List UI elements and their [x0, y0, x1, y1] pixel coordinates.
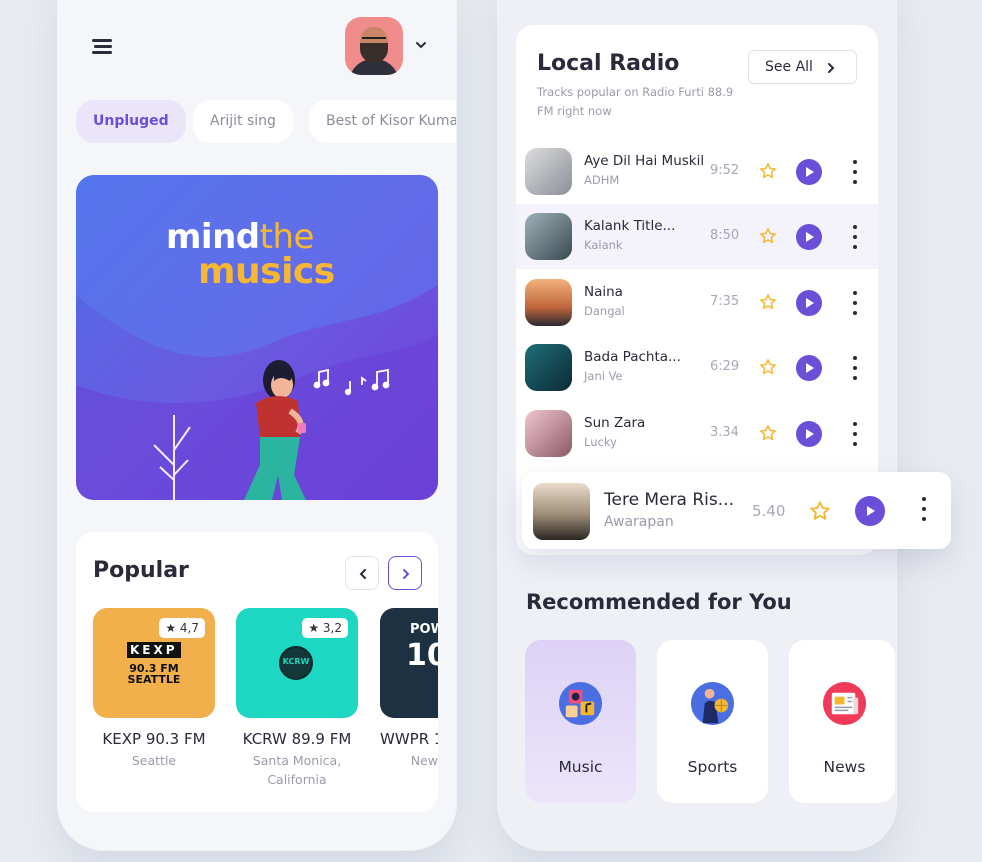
track-duration: 9:52: [710, 163, 740, 178]
chip-unpluged[interactable]: Unpluged: [76, 100, 186, 143]
chevron-right-icon: [403, 569, 410, 579]
avatar[interactable]: [345, 17, 403, 75]
play-button[interactable]: [796, 355, 822, 381]
chevron-down-icon[interactable]: [414, 38, 428, 52]
station-name: KEXP 90.3 FM: [102, 730, 206, 748]
category-sports[interactable]: Sports: [657, 640, 768, 803]
local-radio-title: Local Radio: [537, 51, 680, 76]
track-thumbnail: [525, 410, 572, 457]
local-radio-subtitle: Tracks popular on Radio Furti 88.9 FM ri…: [537, 85, 734, 118]
track-title: Naina: [584, 284, 623, 300]
track-artist: ADHM: [584, 173, 620, 187]
station-card-kcrw[interactable]: ★ 3,2 KCRW KCRW 89.9 FM Santa Monica, Ca…: [236, 608, 358, 790]
chip-arijit-sing[interactable]: Arijit sing: [193, 100, 293, 143]
more-options-icon[interactable]: [922, 497, 926, 521]
track-thumbnail: [525, 279, 572, 326]
track-duration: 6:29: [710, 359, 740, 374]
category-music[interactable]: Music: [525, 640, 636, 803]
news-icon: [822, 681, 867, 726]
track-artist: Dangal: [584, 304, 625, 318]
track-title: Tere Mera Ris...: [604, 490, 734, 510]
track-row[interactable]: Kalank Title... Kalank 8:50: [516, 204, 878, 269]
track-title: Bada Pachta...: [584, 349, 681, 365]
station-city: Seattle: [131, 753, 177, 768]
track-thumbnail: [525, 213, 572, 260]
star-icon[interactable]: [759, 293, 777, 311]
station-name: WWPR 1: [380, 730, 438, 748]
chevron-right-icon: [828, 63, 835, 73]
station-city: Santa Monica, California: [252, 753, 342, 787]
music-icon: [558, 681, 603, 726]
station-logo-kcrw: ★ 3,2 KCRW: [236, 608, 358, 718]
track-duration: 7:35: [710, 294, 740, 309]
more-options-icon[interactable]: [853, 160, 857, 184]
more-options-icon[interactable]: [853, 225, 857, 249]
more-options-icon[interactable]: [853, 291, 857, 315]
track-row[interactable]: Aye Dil Hai Muskil ADHM 9:52: [516, 139, 878, 204]
star-icon[interactable]: [759, 358, 777, 376]
star-icon[interactable]: [809, 500, 831, 522]
hero-banner[interactable]: mindthe musics: [76, 175, 438, 500]
rating-badge: ★ 4,7: [159, 618, 205, 638]
play-button[interactable]: [796, 224, 822, 250]
now-playing-card[interactable]: Tere Mera Ris... Awarapan 5.40: [522, 472, 951, 549]
track-duration: 5.40: [752, 502, 786, 520]
station-logo-kexp: ★ 4,7 KEXP 90.3 FM SEATTLE: [93, 608, 215, 718]
track-title: Sun Zara: [584, 415, 646, 431]
track-artist: Lucky: [584, 435, 617, 449]
station-card-wwpr[interactable]: POW 10 WWPR 1 New: [380, 608, 438, 771]
rating-badge: ★ 3,2: [302, 618, 348, 638]
track-title: Aye Dil Hai Muskil: [584, 153, 705, 169]
category-label: News: [823, 758, 866, 776]
play-button[interactable]: [855, 496, 885, 526]
more-options-icon[interactable]: [853, 422, 857, 446]
track-thumbnail: [525, 344, 572, 391]
hero-title-line-2: musics: [198, 251, 335, 292]
station-city: New: [410, 753, 438, 768]
track-thumbnail: [525, 148, 572, 195]
star-icon[interactable]: [759, 162, 777, 180]
play-button[interactable]: [796, 421, 822, 447]
chip-best-of-kisor-kumar[interactable]: Best of Kisor Kuma: [309, 100, 456, 143]
track-title: Kalank Title...: [584, 218, 676, 234]
track-thumbnail: [533, 483, 590, 540]
popular-section: Popular ★ 4,7 KEXP 90.3 FM SEATTLE KEXP …: [76, 532, 438, 812]
play-button[interactable]: [796, 159, 822, 185]
track-artist: Awarapan: [604, 514, 674, 530]
track-artist: Jani Ve: [584, 369, 623, 383]
track-row[interactable]: Bada Pachta... Jani Ve 6:29: [516, 335, 878, 400]
sports-icon: [690, 681, 735, 726]
track-row[interactable]: Sun Zara Lucky 3.34: [516, 401, 878, 466]
play-button[interactable]: [796, 290, 822, 316]
track-row[interactable]: Naina Dangal 7:35: [516, 270, 878, 335]
category-news[interactable]: News: [789, 640, 895, 803]
category-label: Sports: [687, 758, 738, 776]
chevron-left-icon: [359, 569, 366, 579]
track-artist: Kalank: [584, 238, 623, 252]
station-name: KCRW 89.9 FM: [242, 730, 352, 748]
recommended-title: Recommended for You: [526, 590, 792, 614]
hamburger-menu-icon[interactable]: [92, 38, 114, 56]
next-arrow-button[interactable]: [388, 556, 422, 590]
more-options-icon[interactable]: [853, 356, 857, 380]
popular-title: Popular: [93, 558, 189, 583]
category-label: Music: [558, 758, 603, 776]
prev-arrow-button[interactable]: [345, 556, 379, 590]
see-all-button[interactable]: See All: [748, 50, 857, 84]
star-icon[interactable]: [759, 227, 777, 245]
station-card-kexp[interactable]: ★ 4,7 KEXP 90.3 FM SEATTLE KEXP 90.3 FM …: [93, 608, 215, 771]
station-logo-wwpr: POW 10: [380, 608, 438, 718]
track-duration: 8:50: [710, 228, 740, 243]
star-icon[interactable]: [759, 424, 777, 442]
track-duration: 3.34: [710, 425, 739, 440]
